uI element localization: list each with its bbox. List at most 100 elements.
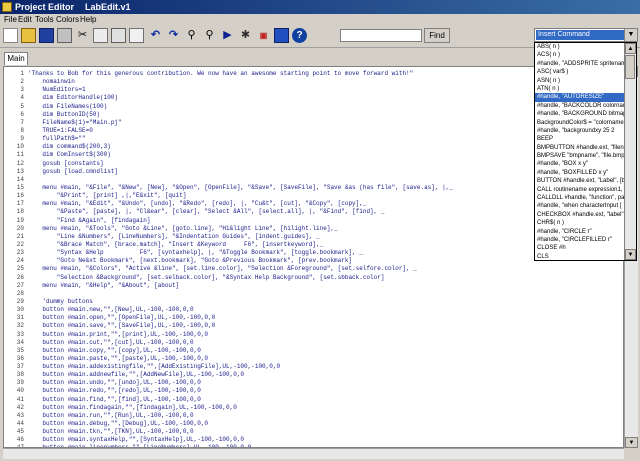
- help-icon[interactable]: ?: [292, 28, 307, 43]
- menu-colors[interactable]: Colors: [56, 14, 79, 25]
- line-number: 4: [20, 94, 24, 102]
- menu-edit[interactable]: Edit: [18, 14, 32, 25]
- find-input[interactable]: [340, 29, 422, 42]
- command-list-item[interactable]: BEEP: [535, 135, 625, 143]
- menu-file[interactable]: File: [4, 14, 17, 25]
- code-line: 44 button #main.debug,"",[Debug],UL,-100…: [4, 420, 623, 428]
- undo-icon[interactable]: ↶: [148, 28, 163, 43]
- line-number: 46: [16, 436, 24, 444]
- command-list-item[interactable]: #handle, "CIRCLE r": [535, 228, 625, 236]
- command-list-item[interactable]: #handle, "CIRCLEFILLED r": [535, 236, 625, 244]
- command-list-item[interactable]: ACS( n ): [535, 51, 625, 59]
- command-list-item[interactable]: BackgroundColor$ = "colorname": [535, 119, 625, 127]
- chevron-down-icon[interactable]: ▼: [624, 29, 637, 41]
- line-number: 20: [16, 224, 24, 232]
- line-text: 'dummy buttons: [28, 297, 93, 305]
- command-list-item[interactable]: CLS: [535, 253, 625, 260]
- menu-help[interactable]: Help: [80, 14, 96, 25]
- command-list-item[interactable]: BMPSAVE "bmpname", "file.bmp: [535, 152, 625, 160]
- command-list-item[interactable]: CLOSE #h: [535, 244, 625, 252]
- command-list-item[interactable]: #handle, "when characterInput [: [535, 202, 625, 210]
- code-line: 16 "&Print", [print] ,|,"E&xit", [quit]: [4, 192, 623, 200]
- menu-tools[interactable]: Tools: [35, 14, 54, 25]
- line-number: 2: [20, 78, 24, 86]
- find-icon[interactable]: ⚲: [184, 28, 199, 43]
- find-again-icon[interactable]: ⚲: [202, 28, 217, 43]
- list-scroll-down-icon[interactable]: ▼: [625, 249, 636, 260]
- syntax-help-icon[interactable]: [274, 28, 289, 43]
- command-list-item[interactable]: BUTTON #handle.ext, "Label", [b: [535, 177, 625, 185]
- print-icon[interactable]: [57, 28, 72, 43]
- debug-icon[interactable]: ✱: [238, 28, 253, 43]
- command-list-item[interactable]: CHECKBOX #handle.ext, "label",: [535, 211, 625, 219]
- command-list-item[interactable]: BMPBUTTON #handle.ext, "filenam: [535, 144, 625, 152]
- code-line: 26 "Selection &Background", [set.selback…: [4, 273, 623, 282]
- save-icon[interactable]: [39, 28, 54, 43]
- command-list[interactable]: ABS( n ) ACS( n ) #handle, "ADDSPRITE spri…: [534, 42, 637, 261]
- list-scroll-up-icon[interactable]: ▲: [625, 43, 636, 54]
- command-list-item[interactable]: ATN( n ): [535, 85, 625, 93]
- line-number: 45: [16, 428, 24, 436]
- command-list-item[interactable]: #handle, "BOXFILLED x y": [535, 169, 625, 177]
- line-number: 35: [16, 346, 24, 354]
- command-list-item[interactable]: #handle, "AUTORESIZE": [535, 93, 625, 102]
- line-number: 37: [16, 363, 24, 371]
- code-line: 14: [4, 176, 623, 184]
- code-line: 40 button #main.redo,"",[redo],UL,-100,-…: [4, 387, 623, 395]
- cut-icon[interactable]: ✂: [75, 28, 90, 43]
- code-line: 13 gosub [load.cmndlist]: [4, 167, 623, 176]
- command-list-item[interactable]: #handle, "BOX x y": [535, 160, 625, 168]
- tab-main[interactable]: Main: [4, 52, 28, 65]
- clear-icon[interactable]: [129, 28, 144, 43]
- command-list-item[interactable]: #handle, "backgroundxy 25 2: [535, 127, 625, 135]
- command-list-item[interactable]: ABS( n ): [535, 43, 625, 51]
- copy-icon[interactable]: [93, 28, 108, 43]
- line-number: 24: [16, 257, 24, 265]
- command-list-item[interactable]: CALL routinename expression1, e: [535, 186, 625, 194]
- run-icon[interactable]: ▶: [220, 28, 235, 43]
- code-line: 28: [4, 290, 623, 298]
- line-number: 33: [16, 330, 24, 338]
- line-text: dim command$(200,3): [28, 143, 111, 151]
- command-list-item[interactable]: ASC( var$ ): [535, 68, 625, 76]
- command-list-item[interactable]: #handle, "ADDSPRITE spritenam: [535, 60, 625, 68]
- command-dropdown[interactable]: Insert Command ▼: [534, 28, 638, 42]
- line-number: 7: [20, 118, 24, 126]
- find-button[interactable]: Find: [424, 28, 450, 43]
- command-list-scrollbar[interactable]: ▲ ▼: [624, 43, 636, 260]
- paste-icon[interactable]: [111, 28, 126, 43]
- command-list-item[interactable]: #handle, "BACKCOLOR colorname: [535, 102, 625, 110]
- new-file-icon[interactable]: [3, 28, 18, 43]
- line-number: 13: [16, 167, 24, 175]
- line-text: button #main.addnewfile,"",[AddNewFile],…: [28, 371, 245, 379]
- line-text: fullPath$="": [28, 135, 86, 143]
- code-editor[interactable]: 1 'Thanks to Bob for this generous contri…: [3, 66, 624, 448]
- code-line: 2 nomainwin: [4, 78, 623, 86]
- redo-icon[interactable]: ↷: [166, 28, 181, 43]
- editor-horizontal-scrollbar[interactable]: [3, 448, 624, 459]
- scroll-down-icon[interactable]: ▼: [625, 437, 638, 448]
- code-line: 39 button #main.undo,"",[undo],UL,-100,-…: [4, 379, 623, 387]
- code-line: 42 button #main.findagain,"",[findagain]…: [4, 404, 623, 412]
- command-list-item[interactable]: CALLDLL #handle, "function", pa: [535, 194, 625, 202]
- code-line: 45 button #main.tkn,"",[TKN],UL,-100,-10…: [4, 428, 623, 436]
- command-list-item[interactable]: CHR$( n ): [535, 219, 625, 227]
- line-text: button #main.save,"",[SaveFile],UL,-100,…: [28, 322, 216, 330]
- line-number: 21: [16, 232, 24, 240]
- line-number: 31: [16, 314, 24, 322]
- line-number: 26: [16, 273, 24, 281]
- line-text: button #main.cut,"",[cut],UL,-100,-100,0…: [28, 338, 194, 346]
- code-line: 9 fullPath$="": [4, 135, 623, 143]
- open-folder-icon[interactable]: [21, 28, 36, 43]
- command-list-item[interactable]: ASN( n ): [535, 77, 625, 85]
- code-lines: 1 'Thanks to Bob for this generous contri…: [4, 70, 623, 447]
- command-list-item[interactable]: #handle, "BACKGROUND bitmap: [535, 110, 625, 118]
- line-number: 43: [16, 411, 24, 419]
- line-number: 22: [16, 240, 24, 248]
- tkn-icon[interactable]: ▣: [256, 28, 271, 43]
- line-text: button #main.syntaxHelp,"",[SyntaxHelp],…: [28, 436, 245, 444]
- line-text: dim ButtonID(50): [28, 110, 101, 118]
- line-text: menu #main, "&Tools", "Goto &Line", [got…: [28, 224, 338, 232]
- list-scroll-thumb[interactable]: [625, 55, 635, 79]
- line-text: "Line &Numbers", [LineNumbers], "&Indent…: [28, 232, 320, 240]
